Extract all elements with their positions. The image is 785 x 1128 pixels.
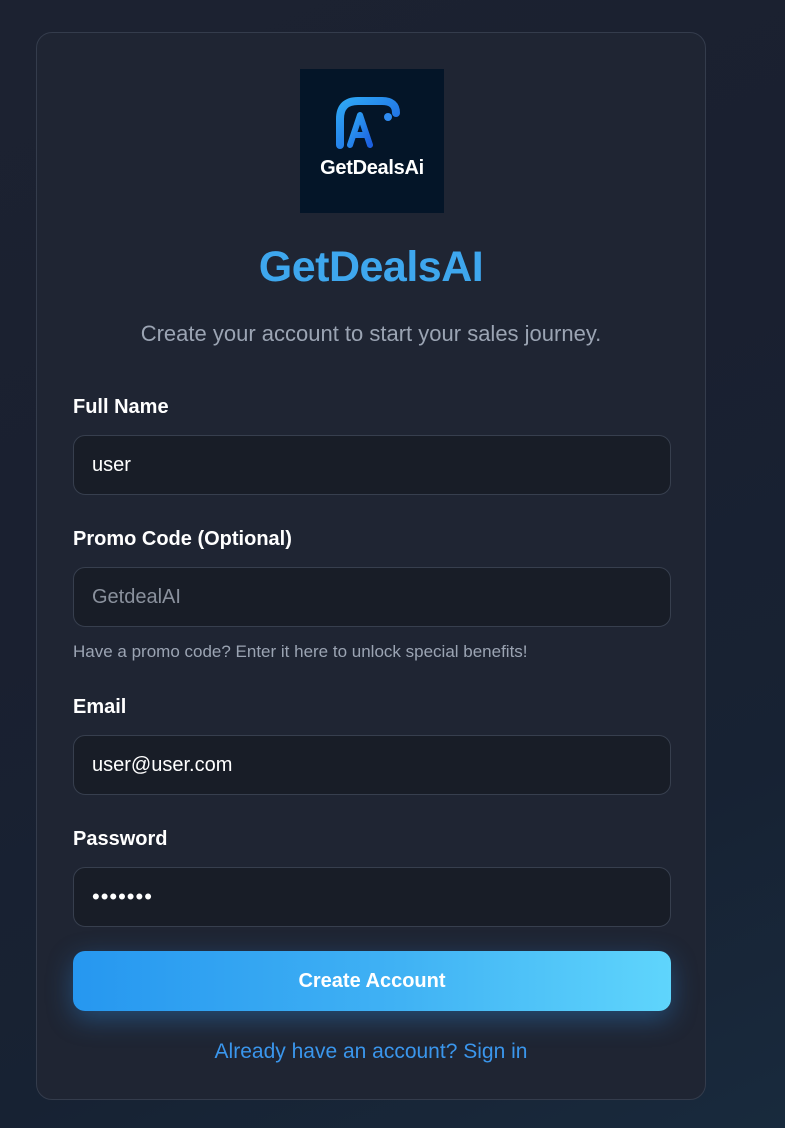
page-title: GetDealsAI — [258, 243, 484, 291]
email-field[interactable] — [73, 735, 671, 795]
full-name-field[interactable] — [73, 435, 671, 495]
email-label: Email — [73, 696, 127, 718]
promo-code-field[interactable] — [73, 567, 671, 627]
create-account-button[interactable]: Create Account — [73, 951, 671, 1011]
signup-card: GetDealsAi GetDealsAI Create your accoun… — [36, 32, 706, 1100]
brand-logo: GetDealsAi — [300, 69, 444, 213]
password-field[interactable] — [73, 867, 671, 927]
sign-in-link[interactable]: Already have an account? Sign in — [37, 1040, 705, 1064]
promo-code-label: Promo Code (Optional) — [73, 528, 292, 550]
password-label: Password — [73, 828, 168, 850]
page-subtitle: Create your account to start your sales … — [140, 321, 602, 346]
ai-logo-icon — [336, 97, 400, 149]
full-name-label: Full Name — [73, 396, 169, 418]
logo-text: GetDealsAi — [320, 157, 424, 179]
promo-code-hint: Have a promo code? Enter it here to unlo… — [73, 642, 528, 661]
